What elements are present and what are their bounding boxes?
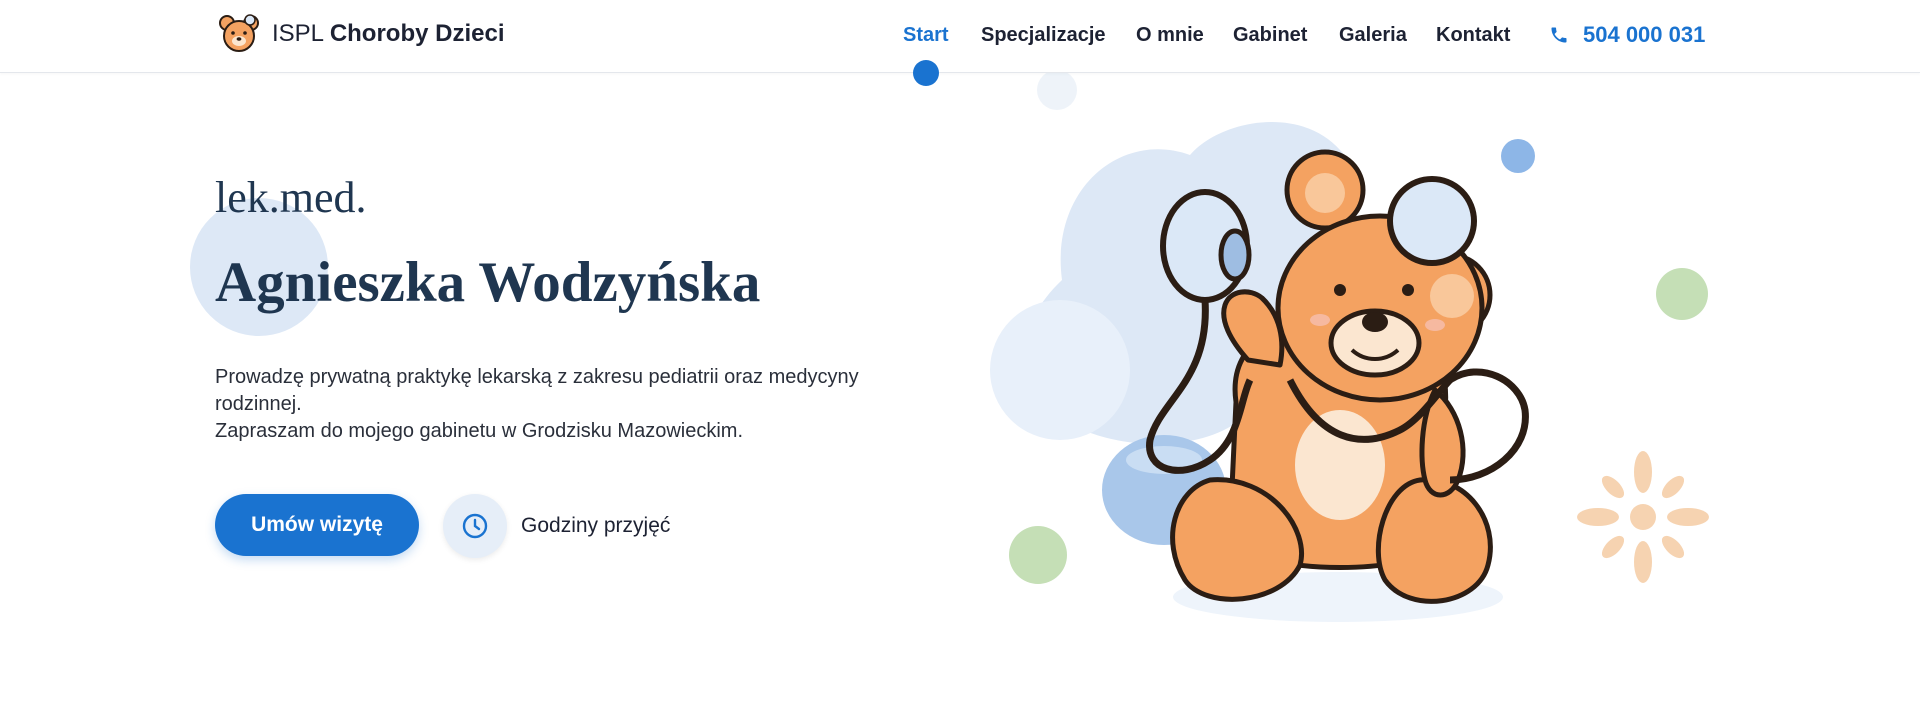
nav-item-galeria[interactable]: Galeria	[1339, 21, 1407, 49]
book-visit-button[interactable]: Umów wizytę	[215, 494, 419, 556]
nav-item-specjalizacje[interactable]: Specjalizacje	[981, 21, 1106, 49]
brand-link[interactable]: ISPL Choroby Dzieci	[217, 14, 505, 54]
phone-link[interactable]: 504 000 031	[1549, 21, 1705, 49]
small-blue-dot	[1037, 70, 1077, 110]
office-hours-link[interactable]: Godziny przyjęć	[443, 494, 670, 558]
site-header: ISPL Choroby Dzieci Start Specjalizacje …	[0, 0, 1920, 86]
blue-dot	[1501, 139, 1535, 173]
office-hours-label: Godziny przyjęć	[521, 514, 671, 537]
clock-icon	[462, 513, 488, 539]
brand-name: Choroby Dzieci	[329, 20, 505, 47]
phone-number: 504 000 031	[1583, 22, 1706, 47]
clock-icon-wrap	[443, 494, 507, 558]
nav-item-o-mnie[interactable]: O mnie	[1136, 21, 1204, 49]
green-dot	[1656, 268, 1708, 320]
teddy-bear-logo-icon	[219, 14, 259, 52]
brand-prefix: ISPL	[272, 20, 324, 47]
hero-description-line: Prowadzę prywatną praktykę lekarską z za…	[215, 366, 859, 415]
background-blob	[990, 300, 1130, 440]
teddy-bear-illustration	[990, 70, 1709, 622]
brand-text: ISPL Choroby Dzieci	[272, 14, 505, 54]
nav-item-gabinet[interactable]: Gabinet	[1233, 21, 1307, 49]
nav-item-kontakt[interactable]: Kontakt	[1436, 21, 1510, 49]
hero-description: Prowadzę prywatną praktykę lekarską z za…	[215, 364, 935, 445]
phone-icon	[1551, 27, 1567, 43]
hero-title: Agnieszka Wodzyńska	[215, 251, 761, 314]
flower-decoration	[1577, 451, 1709, 583]
nav-item-start[interactable]: Start	[903, 21, 949, 49]
green-dot	[1009, 526, 1067, 584]
hero-description-line: Zapraszam do mojego gabinetu w Grodzisku…	[215, 420, 743, 442]
hero-subtitle: lek.med.	[215, 173, 367, 222]
active-nav-indicator	[913, 60, 939, 86]
